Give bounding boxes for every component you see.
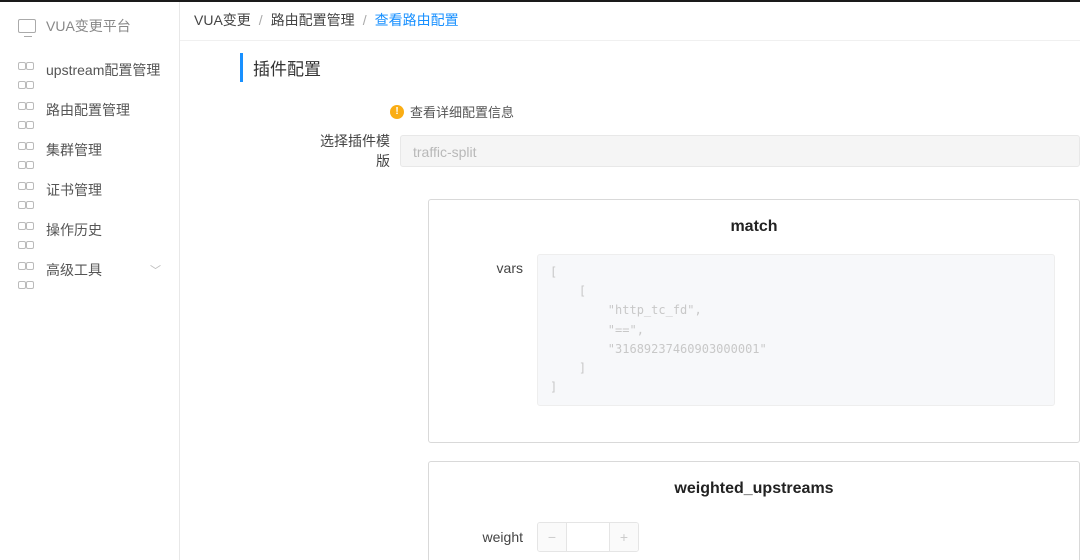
match-card: match vars [ [ "http_tc_fd", "==", "3168…: [428, 199, 1080, 443]
warning-icon: !: [390, 105, 404, 119]
crumb-sep: /: [259, 12, 263, 28]
grid-icon: [18, 182, 34, 198]
vars-code[interactable]: [ [ "http_tc_fd", "==", "316892374609030…: [537, 254, 1055, 406]
grid-icon: [18, 142, 34, 158]
sidebar-item-label: 证书管理: [46, 180, 102, 200]
weight-label: weight: [453, 529, 523, 545]
match-card-title: match: [453, 218, 1055, 236]
brand-title: VUA变更平台: [46, 16, 131, 36]
brand: VUA变更平台: [0, 8, 179, 50]
main: VUA变更 / 路由配置管理 / 查看路由配置 插件配置 ! 查看详细配置信息 …: [180, 0, 1080, 560]
sidebar-item-cert[interactable]: 证书管理: [0, 170, 179, 210]
sidebar-item-label: 路由配置管理: [46, 100, 130, 120]
sidebar-item-route[interactable]: 路由配置管理: [0, 90, 179, 130]
weighted-upstreams-title: weighted_upstreams: [453, 480, 1055, 498]
sidebar: VUA变更平台 upstream配置管理 路由配置管理 集群管理 证书管理 操作…: [0, 0, 180, 560]
chevron-down-icon: ﹀: [150, 262, 161, 278]
nav-list: upstream配置管理 路由配置管理 集群管理 证书管理 操作历史 高级工具: [0, 50, 179, 290]
sidebar-item-history[interactable]: 操作历史: [0, 210, 179, 250]
monitor-icon: [18, 19, 36, 33]
card-section: match vars [ [ "http_tc_fd", "==", "3168…: [428, 199, 1080, 560]
weighted-upstreams-card: weighted_upstreams weight − + upstream_i…: [428, 461, 1080, 560]
template-row: 选择插件模版 traffic-split: [310, 131, 1080, 171]
grid-icon: [18, 262, 34, 278]
template-select[interactable]: traffic-split: [400, 135, 1080, 167]
grid-icon: [18, 62, 34, 78]
info-tip-text: 查看详细配置信息: [410, 102, 514, 121]
weight-input[interactable]: [566, 522, 610, 552]
top-divider: [0, 0, 1080, 2]
sidebar-item-label: 操作历史: [46, 220, 102, 240]
grid-icon: [18, 102, 34, 118]
weight-stepper[interactable]: − +: [537, 522, 639, 552]
sidebar-item-cluster[interactable]: 集群管理: [0, 130, 179, 170]
sidebar-item-advanced[interactable]: 高级工具 ﹀: [0, 250, 179, 290]
grid-icon: [18, 222, 34, 238]
weight-row: weight − +: [453, 522, 1055, 552]
stepper-decrease-button[interactable]: −: [538, 522, 566, 552]
sidebar-item-label: upstream配置管理: [46, 60, 160, 80]
sidebar-item-label: 集群管理: [46, 140, 102, 160]
sidebar-item-label: 高级工具: [46, 260, 102, 280]
crumb-sep: /: [363, 12, 367, 28]
crumb-route[interactable]: 路由配置管理: [271, 10, 355, 30]
crumb-root[interactable]: VUA变更: [194, 10, 251, 30]
section-title: 插件配置: [240, 53, 1080, 82]
info-tip: ! 查看详细配置信息: [390, 102, 1080, 121]
content: 插件配置 ! 查看详细配置信息 选择插件模版 traffic-split mat…: [180, 41, 1080, 560]
vars-label: vars: [453, 254, 523, 276]
sidebar-item-upstream[interactable]: upstream配置管理: [0, 50, 179, 90]
crumb-current: 查看路由配置: [375, 10, 459, 30]
stepper-increase-button[interactable]: +: [610, 522, 638, 552]
breadcrumb: VUA变更 / 路由配置管理 / 查看路由配置: [180, 0, 1080, 41]
template-label: 选择插件模版: [310, 131, 390, 171]
vars-row: vars [ [ "http_tc_fd", "==", "3168923746…: [453, 254, 1055, 406]
